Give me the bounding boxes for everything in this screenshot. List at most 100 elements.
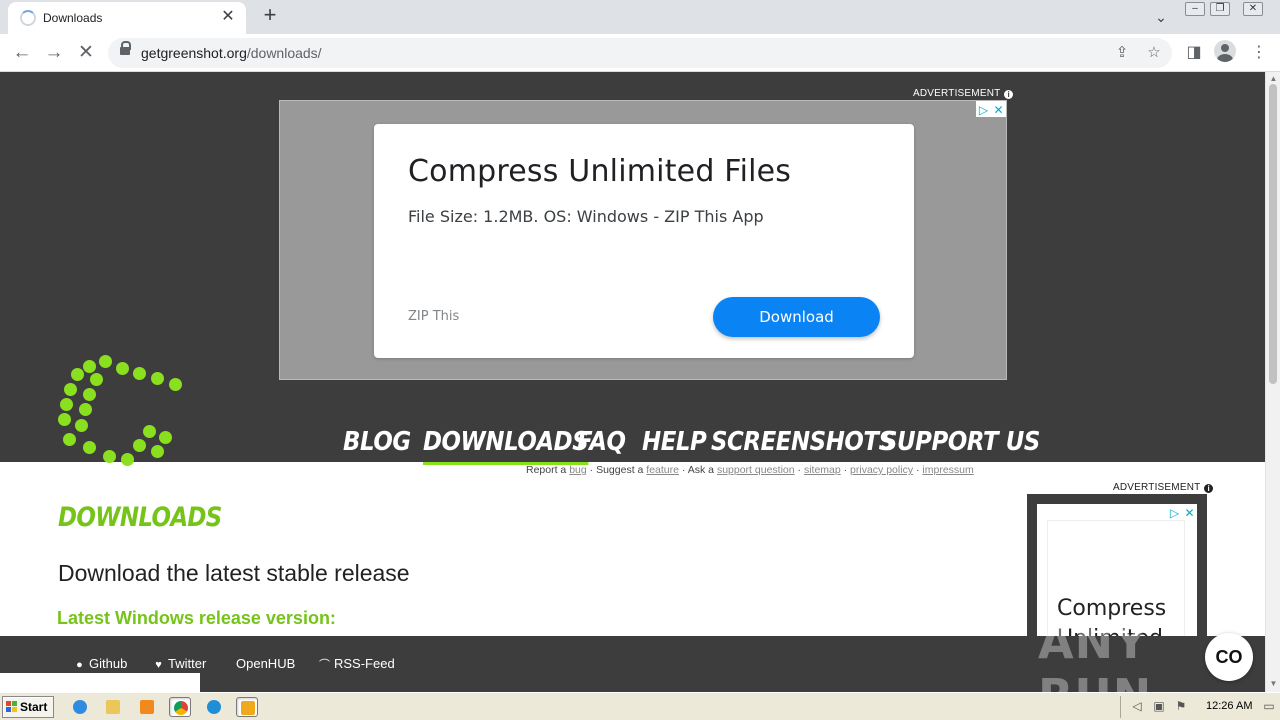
share-icon[interactable]: ⇪ — [1111, 42, 1133, 64]
lock-icon[interactable] — [120, 41, 131, 58]
screen: Downloads ✕ + ⌄ – ❐ ✕ ← → ✕ getgreenshot… — [0, 0, 1280, 720]
browser-tab[interactable]: Downloads ✕ — [8, 2, 246, 34]
footer-link-twitter[interactable]: ♥ Twitter — [152, 656, 206, 671]
nav-downloads[interactable]: DOWNLOADS — [423, 427, 589, 465]
footer-link-label: Twitter — [168, 656, 207, 671]
ad-download-button[interactable]: Download — [713, 297, 880, 337]
chat-widget-button[interactable]: CO — [1205, 633, 1253, 681]
page-scrollbar[interactable]: ▲ ▼ — [1265, 72, 1280, 692]
section-heading: Download the latest stable release — [58, 560, 410, 586]
system-tray: ◁ ▣ ⚑ ▭ — [1120, 696, 1280, 718]
adchoices-play-icon[interactable]: ▷ — [976, 102, 991, 118]
nav-screenshots[interactable]: SCREENSHOTS — [711, 427, 895, 463]
status-bubble — [0, 673, 200, 692]
show-desktop-icon[interactable]: ▭ — [1261, 699, 1277, 713]
footer-link-label: Github — [89, 656, 128, 671]
folder-icon[interactable] — [102, 697, 124, 717]
twitter-icon: ♥ — [155, 659, 162, 671]
ad-choices-badges: ▷ ✕ — [976, 101, 1006, 117]
footer-link-github[interactable]: ● Github — [73, 656, 127, 671]
ad-label-text: ADVERTISEMENT — [913, 88, 1001, 99]
back-arrow-icon[interactable]: ← — [8, 39, 36, 67]
edge-icon[interactable] — [203, 697, 225, 717]
link-feature[interactable]: feature — [646, 464, 679, 476]
network-icon[interactable]: ▣ — [1151, 699, 1167, 713]
media-player-icon[interactable] — [136, 697, 158, 717]
app-icon[interactable] — [236, 697, 258, 717]
volume-icon[interactable]: ◁ — [1129, 699, 1145, 713]
link-privacy-policy[interactable]: privacy policy — [850, 464, 913, 476]
ad-card[interactable]: Compress Unlimited Files File Size: 1.2M… — [374, 124, 914, 358]
tab-title: Downloads — [43, 11, 103, 25]
new-tab-button[interactable]: + — [258, 4, 282, 28]
page-viewport: ADVERTISEMENT i ▷ ✕ Compress Unlimited Fi… — [0, 72, 1265, 692]
page-title: DOWNLOADS — [58, 502, 222, 533]
nav-blog[interactable]: BLOG — [343, 427, 411, 463]
browser-toolbar: ← → ✕ getgreenshot.org/downloads/ ⇪ ☆ ◨ … — [0, 34, 1280, 72]
greenshot-logo[interactable] — [55, 355, 185, 466]
restore-button[interactable]: ❐ — [1210, 2, 1230, 16]
scroll-up-icon[interactable]: ▲ — [1269, 74, 1278, 83]
start-button[interactable]: Start — [2, 696, 54, 718]
tab-search-chevron-icon[interactable]: ⌄ — [1150, 6, 1172, 28]
separator: · — [916, 464, 920, 476]
section-subheading: Latest Windows release version: — [57, 608, 336, 628]
separator: · — [797, 464, 802, 476]
info-icon[interactable]: i — [1204, 484, 1214, 493]
subnav-text: Suggest a — [596, 464, 644, 476]
footer-link-rss[interactable]: ⌒ RSS-Feed — [318, 656, 395, 672]
loading-spinner-icon — [20, 10, 36, 26]
rss-icon: ⌒ — [319, 659, 330, 671]
footer-link-label: OpenHUB — [236, 656, 296, 671]
nav-faq[interactable]: FAQ — [577, 427, 626, 463]
windows-flag-icon — [6, 701, 18, 713]
url-text[interactable]: getgreenshot.org/downloads/ — [141, 45, 322, 61]
close-window-button[interactable]: ✕ — [1243, 2, 1263, 16]
forward-arrow-icon[interactable]: → — [40, 39, 68, 67]
side-panel-icon[interactable]: ◨ — [1180, 39, 1208, 67]
stop-loading-icon[interactable]: ✕ — [72, 39, 100, 67]
ad-label: ADVERTISEMENT i — [913, 88, 1014, 99]
link-support-question[interactable]: support question — [717, 464, 795, 476]
address-bar[interactable]: getgreenshot.org/downloads/ ⇪ ☆ — [108, 38, 1172, 68]
link-bug[interactable]: bug — [569, 464, 587, 476]
url-host: getgreenshot.org — [141, 45, 247, 61]
ad-close-icon[interactable]: ✕ — [1182, 505, 1197, 521]
ad-advertiser: ZIP This — [408, 309, 460, 324]
link-impressum[interactable]: impressum — [922, 464, 973, 476]
site-header: ADVERTISEMENT i ▷ ✕ Compress Unlimited Fi… — [0, 72, 1265, 466]
footer-link-label: RSS-Feed — [334, 656, 395, 671]
separator: · — [843, 464, 848, 476]
banner-ad[interactable]: ▷ ✕ Compress Unlimited Files File Size: 1… — [279, 100, 1007, 380]
ie-icon[interactable] — [69, 697, 91, 717]
footer-link-openhub[interactable]: OpenHUB — [236, 656, 295, 671]
url-path: /downloads/ — [246, 45, 322, 61]
side-ad-label: ADVERTISEMENT i — [1113, 482, 1214, 493]
minimize-button[interactable]: – — [1185, 2, 1205, 16]
info-icon[interactable]: i — [1004, 90, 1014, 99]
menu-kebab-icon[interactable]: ⋮ — [1245, 39, 1273, 67]
nav-help[interactable]: HELP — [642, 427, 707, 463]
browser-tab-bar: Downloads ✕ + ⌄ – ❐ ✕ — [0, 0, 1280, 34]
ad-label-text: ADVERTISEMENT — [1113, 482, 1201, 493]
separator: · — [589, 464, 594, 476]
ad-close-icon[interactable]: ✕ — [991, 102, 1006, 118]
subnav-text: Report a — [526, 464, 567, 476]
link-sitemap[interactable]: sitemap — [804, 464, 841, 476]
taskbar-clock[interactable]: 12:26 AM — [1206, 700, 1252, 712]
scroll-down-icon[interactable]: ▼ — [1269, 679, 1278, 688]
subnav-text: Ask a — [687, 464, 715, 476]
adchoices-play-icon[interactable]: ▷ — [1167, 505, 1182, 521]
chrome-icon[interactable] — [169, 697, 191, 717]
separator: · — [681, 464, 686, 476]
scrollbar-thumb[interactable] — [1269, 84, 1277, 384]
github-icon: ● — [76, 659, 83, 671]
nav-support-us[interactable]: SUPPORT US — [881, 427, 1040, 463]
flag-icon[interactable]: ⚑ — [1173, 699, 1189, 713]
profile-avatar-icon[interactable] — [1214, 40, 1236, 62]
close-tab-icon[interactable]: ✕ — [218, 7, 238, 27]
ad-choices-badges: ▷ ✕ — [1167, 504, 1197, 520]
start-label: Start — [20, 700, 48, 714]
bookmark-star-icon[interactable]: ☆ — [1143, 42, 1165, 64]
ad-headline[interactable]: Compress Unlimited Files — [408, 154, 791, 189]
